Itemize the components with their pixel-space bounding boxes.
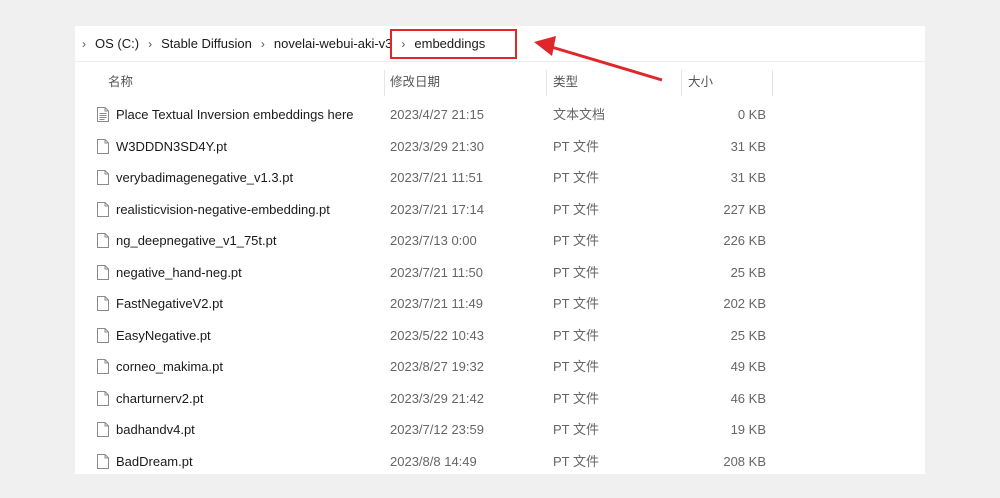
breadcrumb-item-stable-diffusion[interactable]: Stable Diffusion: [157, 36, 256, 51]
column-header-row: 名称 修改日期 类型 大小: [75, 68, 925, 96]
column-header-size[interactable]: 大小: [688, 68, 713, 96]
file-size: 202 KB: [723, 296, 766, 311]
column-divider[interactable]: [384, 70, 385, 96]
file-modified-date: 2023/7/21 11:51: [390, 170, 484, 185]
file-type: PT 文件: [553, 453, 599, 469]
column-divider[interactable]: [546, 70, 547, 96]
file-name: Place Textual Inversion embeddings here: [116, 107, 354, 122]
file-row[interactable]: BadDream.pt 2023/8/8 14:49 PT 文件 208 KB: [75, 446, 925, 475]
file-name: verybadimagenegative_v1.3.pt: [116, 170, 294, 185]
file-name: realisticvision-negative-embedding.pt: [116, 201, 330, 217]
file-name: FastNegativeV2.pt: [116, 296, 223, 311]
file-row[interactable]: FastNegativeV2.pt 2023/7/21 11:49 PT 文件 202…: [75, 288, 925, 320]
file-type: PT 文件: [553, 359, 599, 374]
file-icon: [97, 138, 109, 154]
file-size: 208 KB: [723, 453, 766, 469]
column-header-modified[interactable]: 修改日期: [390, 68, 440, 96]
file-type: PT 文件: [553, 296, 599, 311]
column-header-name[interactable]: 名称: [108, 68, 133, 96]
file-size: 25 KB: [730, 264, 766, 280]
file-explorer-window: › OS (C:) › Stable Diffusion › novelai-w…: [75, 26, 925, 474]
file-modified-date: 2023/7/13 0:00: [390, 233, 477, 248]
file-type: PT 文件: [553, 233, 599, 248]
file-type: PT 文件: [553, 170, 599, 185]
file-size: 25 KB: [730, 327, 766, 343]
file-icon: [97, 327, 109, 343]
file-icon: [97, 170, 109, 185]
file-icon: [97, 422, 109, 437]
file-modified-date: 2023/3/29 21:42: [390, 390, 484, 406]
file-modified-date: 2023/4/27 21:15: [390, 107, 484, 122]
column-header-type[interactable]: 类型: [553, 68, 578, 96]
text-file-icon: [97, 107, 109, 122]
file-icon: [97, 201, 109, 217]
file-name: negative_hand-neg.pt: [116, 264, 242, 280]
file-size: 46 KB: [730, 390, 766, 406]
file-modified-date: 2023/7/12 23:59: [390, 422, 484, 437]
file-name: EasyNegative.pt: [116, 327, 211, 343]
file-size: 0 KB: [737, 107, 766, 122]
file-type: PT 文件: [553, 264, 599, 280]
file-icon: [97, 296, 109, 311]
file-row[interactable]: badhandv4.pt 2023/7/12 23:59 PT 文件 19 KB: [75, 414, 925, 446]
file-name: charturnerv2.pt: [116, 390, 204, 406]
file-modified-date: 2023/8/27 19:32: [390, 359, 484, 374]
file-row[interactable]: verybadimagenegative_v1.3.pt 2023/7/21 11…: [75, 162, 925, 194]
chevron-right-icon[interactable]: ›: [256, 37, 270, 51]
file-icon: [97, 390, 109, 406]
file-type: PT 文件: [553, 201, 599, 217]
file-type: PT 文件: [553, 422, 599, 437]
file-size: 227 KB: [723, 201, 766, 217]
file-modified-date: 2023/5/22 10:43: [390, 327, 484, 343]
column-divider[interactable]: [772, 70, 773, 96]
file-icon: [97, 233, 109, 248]
file-size: 31 KB: [730, 170, 766, 185]
file-size: 49 KB: [730, 359, 766, 374]
file-size: 226 KB: [723, 233, 766, 248]
file-name: badhandv4.pt: [116, 422, 195, 437]
file-row[interactable]: Place Textual Inversion embeddings here 2…: [75, 99, 925, 131]
chevron-right-icon[interactable]: ›: [77, 37, 91, 51]
file-name: BadDream.pt: [116, 453, 193, 469]
breadcrumb-item-os-c[interactable]: OS (C:): [91, 36, 143, 51]
file-icon: [97, 453, 109, 469]
file-list: Place Textual Inversion embeddings here 2…: [75, 99, 925, 474]
file-icon: [97, 264, 109, 280]
file-type: PT 文件: [553, 327, 599, 343]
file-modified-date: 2023/7/21 11:49: [390, 296, 484, 311]
file-modified-date: 2023/3/29 21:30: [390, 138, 484, 154]
file-size: 19 KB: [730, 422, 766, 437]
file-row[interactable]: charturnerv2.pt 2023/3/29 21:42 PT 文件 46 KB: [75, 383, 925, 415]
file-name: W3DDDN3SD4Y.pt: [116, 138, 228, 154]
column-divider[interactable]: [681, 70, 682, 96]
file-row[interactable]: corneo_makima.pt 2023/8/27 19:32 PT 文件 49 K…: [75, 351, 925, 383]
file-icon: [97, 359, 109, 374]
file-type: PT 文件: [553, 390, 599, 406]
file-type: 文本文档: [553, 107, 606, 122]
breadcrumb-item-novelai-webui[interactable]: novelai-webui-aki-v3: [270, 36, 397, 51]
file-row[interactable]: ng_deepnegative_v1_75t.pt 2023/7/13 0:00 P…: [75, 225, 925, 257]
file-modified-date: 2023/8/8 14:49: [390, 453, 477, 469]
annotation-highlight-box: [390, 29, 517, 59]
file-modified-date: 2023/7/21 11:50: [390, 264, 484, 280]
chevron-right-icon[interactable]: ›: [143, 37, 157, 51]
file-name: ng_deepnegative_v1_75t.pt: [116, 233, 277, 248]
file-name: corneo_makima.pt: [116, 359, 223, 374]
file-row[interactable]: W3DDDN3SD4Y.pt 2023/3/29 21:30 PT 文件 31 KB: [75, 131, 925, 163]
file-row[interactable]: negative_hand-neg.pt 2023/7/21 11:50 PT 文件…: [75, 257, 925, 289]
file-row[interactable]: realisticvision-negative-embedding.pt 202…: [75, 194, 925, 226]
file-row[interactable]: EasyNegative.pt 2023/5/22 10:43 PT 文件 25 KB: [75, 320, 925, 352]
file-modified-date: 2023/7/21 17:14: [390, 201, 484, 217]
file-size: 31 KB: [730, 138, 766, 154]
file-type: PT 文件: [553, 138, 599, 154]
